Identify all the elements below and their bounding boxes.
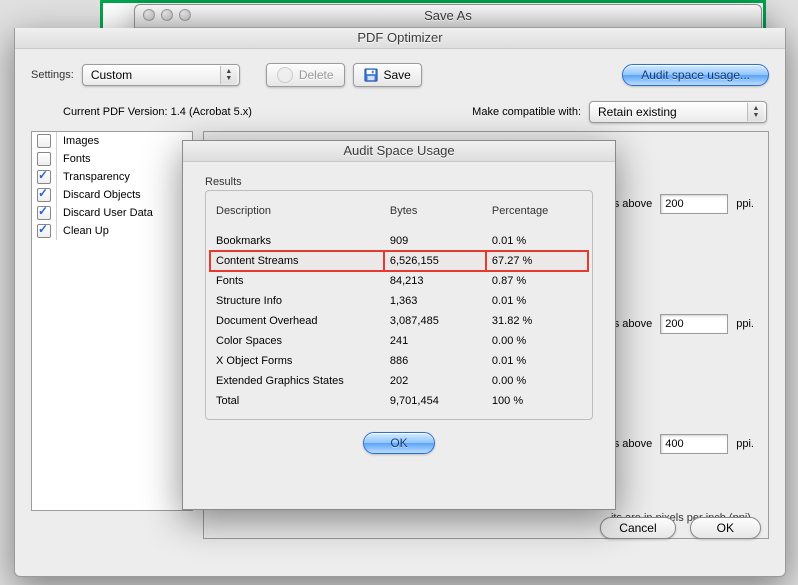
category-label: Transparency [57, 171, 130, 183]
table-row: Fonts84,2130.87 % [210, 271, 588, 291]
cell-description: X Object Forms [210, 351, 384, 371]
cell-description: Bookmarks [210, 231, 384, 251]
audit-button-label: Audit space usage... [641, 68, 750, 82]
cell-description: Fonts [210, 271, 384, 291]
cell-bytes: 9,701,454 [384, 391, 486, 411]
cell-bytes: 241 [384, 331, 486, 351]
cell-description: Total [210, 391, 384, 411]
results-box: Description Bytes Percentage Bookmarks90… [205, 190, 593, 420]
cell-bytes: 6,526,155 [384, 251, 486, 271]
ppi-input-2[interactable] [660, 314, 728, 334]
save-button[interactable]: Save [353, 63, 422, 87]
table-row: X Object Forms8860.01 % [210, 351, 588, 371]
cell-percentage: 0.01 % [486, 291, 588, 311]
pdf-optimizer-title: PDF Optimizer [15, 28, 785, 49]
category-label: Images [57, 135, 99, 147]
settings-label: Settings: [31, 69, 74, 81]
table-row: Content Streams6,526,15567.27 % [210, 251, 588, 271]
audit-space-usage-sheet: Audit Space Usage Results Description By… [182, 140, 616, 510]
cell-percentage: 100 % [486, 391, 588, 411]
table-row: Extended Graphics States2020.00 % [210, 371, 588, 391]
save-as-titlebar[interactable]: Save As [135, 5, 761, 28]
col-description: Description [210, 201, 384, 231]
cell-bytes: 1,363 [384, 291, 486, 311]
audit-ok-button[interactable]: OK [363, 432, 434, 454]
category-label: Discard User Data [57, 207, 153, 219]
category-list: Images Fonts Transparency Discard Objects Di… [31, 131, 193, 511]
audit-space-usage-button[interactable]: Audit space usage... [622, 64, 769, 86]
checkbox-icon[interactable] [37, 206, 51, 220]
stop-icon [277, 67, 293, 83]
ppi-input-3[interactable] [660, 434, 728, 454]
cell-description: Structure Info [210, 291, 384, 311]
category-label: Fonts [57, 153, 91, 165]
results-table: Description Bytes Percentage Bookmarks90… [210, 201, 588, 411]
current-version: Current PDF Version: 1.4 (Acrobat 5.x) [63, 106, 252, 118]
cell-percentage: 0.01 % [486, 351, 588, 371]
checkbox-icon[interactable] [37, 152, 51, 166]
checkbox-icon[interactable] [37, 224, 51, 238]
category-item[interactable]: Images [32, 132, 192, 150]
minimize-icon[interactable] [161, 9, 173, 21]
ok-button[interactable]: OK [690, 517, 761, 539]
compat-label: Make compatible with: [472, 106, 581, 118]
cell-percentage: 0.00 % [486, 371, 588, 391]
ppi-input-1[interactable] [660, 194, 728, 214]
checkbox-icon[interactable] [37, 134, 51, 148]
results-label: Results [205, 176, 593, 188]
category-item[interactable]: Discard Objects [32, 186, 192, 204]
checkbox-icon[interactable] [37, 170, 51, 184]
zoom-icon[interactable] [179, 9, 191, 21]
cell-bytes: 3,087,485 [384, 311, 486, 331]
save-label: Save [384, 68, 411, 82]
table-row: Total9,701,454100 % [210, 391, 588, 411]
col-bytes: Bytes [384, 201, 486, 231]
category-label: Clean Up [57, 225, 109, 237]
table-row: Bookmarks9090.01 % [210, 231, 588, 251]
category-item[interactable]: Fonts [32, 150, 192, 168]
cell-description: Content Streams [210, 251, 384, 271]
floppy-icon [364, 68, 378, 82]
cell-bytes: 84,213 [384, 271, 486, 291]
cell-percentage: 0.01 % [486, 231, 588, 251]
compat-value: Retain existing [598, 105, 695, 119]
cell-description: Document Overhead [210, 311, 384, 331]
compat-select[interactable]: Retain existing ▲▼ [589, 101, 767, 123]
category-item[interactable]: Transparency [32, 168, 192, 186]
settings-select[interactable]: Custom ▲▼ [82, 64, 240, 86]
table-row: Document Overhead3,087,48531.82 % [210, 311, 588, 331]
category-item[interactable]: Discard User Data [32, 204, 192, 222]
category-item[interactable]: Clean Up [32, 222, 192, 240]
chevron-updown-icon: ▲▼ [220, 66, 237, 84]
audit-title: Audit Space Usage [183, 141, 615, 162]
close-icon[interactable] [143, 9, 155, 21]
save-as-title: Save As [424, 8, 472, 23]
results-header-row: Description Bytes Percentage [210, 201, 588, 231]
cell-description: Color Spaces [210, 331, 384, 351]
category-label: Discard Objects [57, 189, 141, 201]
settings-value: Custom [91, 68, 150, 82]
cell-percentage: 0.87 % [486, 271, 588, 291]
cell-bytes: 202 [384, 371, 486, 391]
cell-bytes: 909 [384, 231, 486, 251]
table-row: Structure Info1,3630.01 % [210, 291, 588, 311]
window-controls [143, 9, 191, 21]
cell-percentage: 31.82 % [486, 311, 588, 331]
cancel-button[interactable]: Cancel [600, 517, 675, 539]
cell-percentage: 67.27 % [486, 251, 588, 271]
desktop-backdrop: Save As PDF Optimizer Settings: Custom ▲… [0, 0, 798, 585]
delete-label: Delete [299, 68, 334, 82]
col-percentage: Percentage [486, 201, 588, 231]
chevron-updown-icon: ▲▼ [747, 103, 764, 121]
cell-description: Extended Graphics States [210, 371, 384, 391]
table-row: Color Spaces2410.00 % [210, 331, 588, 351]
cell-bytes: 886 [384, 351, 486, 371]
cell-percentage: 0.00 % [486, 331, 588, 351]
delete-button: Delete [266, 63, 345, 87]
checkbox-icon[interactable] [37, 188, 51, 202]
